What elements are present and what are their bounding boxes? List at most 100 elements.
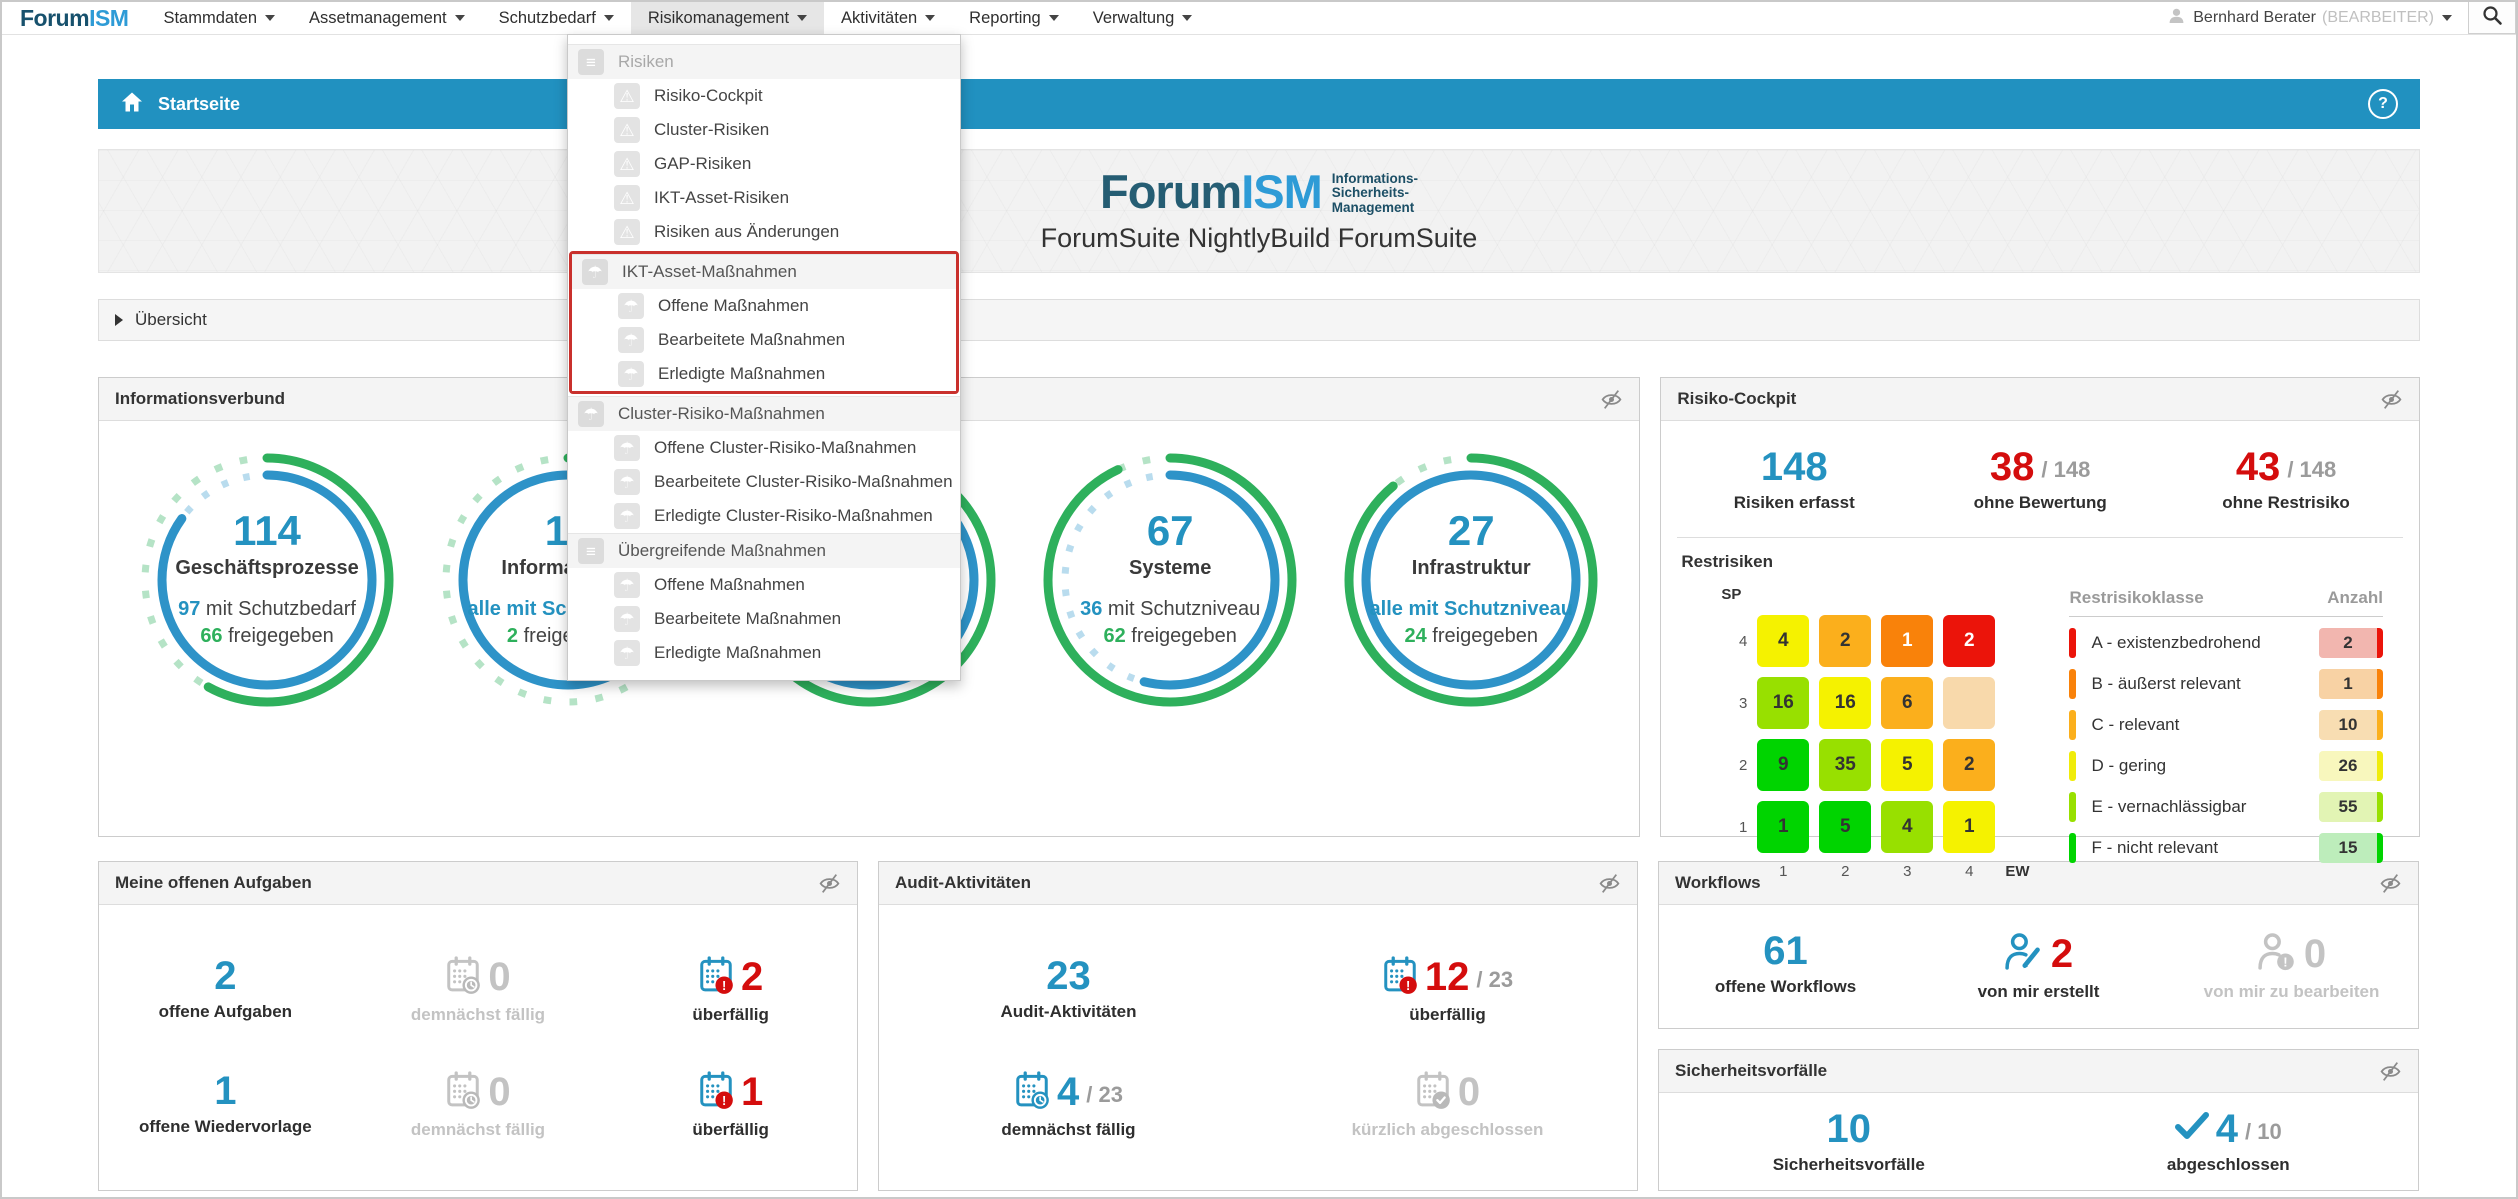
circle-line2: 62 freigegeben	[1103, 623, 1236, 650]
nav-item-risikomanagement[interactable]: Risikomanagement	[631, 2, 824, 34]
menu-item-gap-risiken[interactable]: ⚠GAP-Risiken	[568, 147, 960, 181]
menu-item-offene-maßnahmen[interactable]: ☂Offene Maßnahmen	[572, 289, 956, 323]
workflows-stats: 61offene Workflows 2von mir erstellt !0v…	[1659, 905, 2418, 1028]
cal-clock-gray-icon	[445, 956, 481, 999]
nav-item-stammdaten[interactable]: Stammdaten	[146, 2, 292, 34]
hide-widget-eye-off-icon[interactable]	[2380, 388, 2403, 411]
legend-color-bar	[2069, 792, 2076, 822]
menu-section-übergreifende-maßnahmen: ≡Übergreifende Maßnahmen☂Offene Maßnahme…	[568, 533, 960, 670]
stat-top: 4/ 23	[1001, 1071, 1135, 1114]
legend-header: Restrisikoklasse Anzahl	[2069, 588, 2383, 617]
chevron-down-icon	[797, 15, 807, 21]
menu-item-risiken-aus-änderungen[interactable]: ⚠ Risiken aus Änderungen	[568, 215, 960, 249]
menu-item-bearbeitete-maßnahmen[interactable]: ☂Bearbeitete Maßnahmen	[568, 602, 960, 636]
stat-top: 23	[1001, 956, 1137, 996]
check-icon	[2175, 1112, 2209, 1140]
circle-name: Systeme	[1129, 557, 1211, 580]
nav-item-label: Reporting	[969, 9, 1041, 28]
menu-item-erledigte-cluster-risiko-maßnahmen[interactable]: ☂Erledigte Cluster-Risiko-Maßnahmen	[568, 499, 960, 533]
hide-widget-eye-off-icon[interactable]	[1600, 388, 1623, 411]
menu-header-ikt-asset-maßnahmen[interactable]: ☂IKT-Asset-Maßnahmen	[572, 254, 956, 289]
stat-value: 2	[214, 956, 236, 996]
help-button[interactable]: ?	[2368, 89, 2398, 119]
collapse-arrow-icon	[115, 314, 123, 326]
stat-value: 4	[2216, 1109, 2238, 1149]
stat-value: 43	[2236, 447, 2281, 487]
chevron-down-icon	[265, 15, 275, 21]
cal-clock-blue-icon	[1014, 1071, 1050, 1114]
risk-icon: ⚠	[614, 219, 640, 245]
stat-von-mir-zu-bearbeiten: !0von mir zu bearbeiten	[2204, 931, 2380, 1002]
divider	[1677, 537, 2403, 538]
nav-item-assetmanagement[interactable]: Assetmanagement	[292, 2, 482, 34]
stat-value: 0	[2304, 934, 2326, 974]
nav-item-schutzbedarf[interactable]: Schutzbedarf	[482, 2, 631, 34]
banner-tagline-line2: Sicherheits-	[1332, 185, 1409, 200]
legend-color-bar	[2069, 751, 2076, 781]
menu-item-label: IKT-Asset-Risiken	[654, 188, 789, 208]
chevron-down-icon	[1182, 15, 1192, 21]
stat-label: von mir zu bearbeiten	[2204, 982, 2380, 1002]
matrix-row: 293552	[1727, 739, 2029, 791]
panel-title: Risiko-Cockpit	[1677, 389, 1796, 409]
stat-value: 4	[1057, 1072, 1079, 1112]
menu-item-offene-maßnahmen[interactable]: ☂Offene Maßnahmen	[568, 568, 960, 602]
stat-label: offene Workflows	[1715, 977, 1856, 997]
cal-alert-icon: !	[1382, 956, 1418, 994]
menu-item-erledigte-maßnahmen[interactable]: ☂Erledigte Maßnahmen	[572, 357, 956, 391]
menu-header-übergreifende-maßnahmen[interactable]: ≡Übergreifende Maßnahmen	[568, 533, 960, 568]
home-icon	[120, 90, 144, 119]
search-icon	[2481, 4, 2503, 26]
menu-item-label: Bearbeitete Maßnahmen	[658, 330, 845, 350]
stat-top: !2	[692, 956, 769, 999]
nav-item-verwaltung[interactable]: Verwaltung	[1076, 2, 1210, 34]
right-column: Workflows 61offene Workflows 2von mir er…	[1658, 861, 2419, 1191]
risikomanagement-dropdown: ≡Risiken⚠Risiko-Cockpit⚠Cluster-Risiken⚠…	[567, 34, 961, 681]
menu-header-cluster-risiko-maßnahmen[interactable]: ☂Cluster-Risiko-Maßnahmen	[568, 396, 960, 431]
hide-widget-eye-off-icon[interactable]	[1598, 872, 1621, 895]
eye-off-icon	[2379, 1060, 2402, 1083]
hide-widget-eye-off-icon[interactable]	[2379, 1060, 2402, 1083]
top-navbar: ForumISM StammdatenAssetmanagementSchutz…	[2, 2, 2516, 35]
menu-item-risiko-cockpit[interactable]: ⚠Risiko-Cockpit	[568, 79, 960, 113]
panel-audit-aktivitaeten: Audit-Aktivitäten 23Audit-Aktivitäten !1…	[878, 861, 1638, 1191]
panel-aufgaben-header: Meine offenen Aufgaben	[99, 862, 857, 905]
circle-name: Geschäftsprozesse	[175, 557, 358, 580]
nav-item-label: Verwaltung	[1093, 9, 1175, 28]
cal-alert-icon: !	[698, 956, 734, 994]
person-edit-icon	[2004, 931, 2044, 976]
stat-top: 0	[411, 1071, 545, 1114]
search-button[interactable]	[2468, 2, 2516, 34]
menu-item-label: Offene Maßnahmen	[654, 575, 805, 595]
menu-item-cluster-risiken[interactable]: ⚠Cluster-Risiken	[568, 113, 960, 147]
menu-item-offene-cluster-risiko-maßnahmen[interactable]: ☂Offene Cluster-Risiko-Maßnahmen	[568, 431, 960, 465]
menu-header-risiken[interactable]: ≡Risiken	[568, 44, 960, 79]
matrix-row-label: 1	[1727, 819, 1747, 836]
user-menu[interactable]: Bernhard Berater (BEARBEITER)	[2168, 7, 2452, 29]
stat-top: 0	[1352, 1071, 1544, 1114]
menu-item-erledigte-maßnahmen[interactable]: ☂Erledigte Maßnahmen	[568, 636, 960, 670]
menu-item-bearbeitete-cluster-risiko-maßnahmen[interactable]: ☂Bearbeitete Cluster-Risiko-Maßnahmen	[568, 465, 960, 499]
asset-circle-infrastruktur: 27Infrastrukturalle mit Schutzniveau24 f…	[1338, 447, 1604, 713]
risiko-cockpit-stats: 148Risiken erfasst38/ 148ohne Bewertung4…	[1661, 421, 2419, 513]
legend-count-badge: 10	[2319, 710, 2383, 740]
menu-item-bearbeitete-maßnahmen[interactable]: ☂Bearbeitete Maßnahmen	[572, 323, 956, 357]
stat-sicherheitsvorfälle: 10Sicherheitsvorfälle	[1773, 1109, 1925, 1175]
nav-item-reporting[interactable]: Reporting	[952, 2, 1076, 34]
matrix-col-label: 2	[1819, 863, 1871, 880]
risk-matrix: SP44212316166293552115411234EW	[1727, 586, 2029, 890]
menu-item-ikt-asset-risiken[interactable]: ⚠IKT-Asset-Risiken	[568, 181, 960, 215]
uebersicht-collapsible[interactable]: Übersicht	[98, 299, 2420, 341]
circle-line1: 36 mit Schutzniveau	[1080, 596, 1260, 623]
svg-text:!: !	[722, 1092, 726, 1107]
stat-ohne-bewertung: 38/ 148ohne Bewertung	[1974, 447, 2107, 513]
eye-off-icon	[1600, 388, 1623, 411]
matrix-col-label: 1	[1757, 863, 1809, 880]
menu-section-risiken: ≡Risiken⚠Risiko-Cockpit⚠Cluster-Risiken⚠…	[568, 44, 960, 249]
stat-top: 43/ 148	[2222, 447, 2350, 487]
nav-item-aktivitäten[interactable]: Aktivitäten	[824, 2, 952, 34]
stat-label: Audit-Aktivitäten	[1001, 1002, 1137, 1022]
chevron-down-icon	[455, 15, 465, 21]
menu-item-label: Risiken aus Änderungen	[654, 222, 839, 242]
hide-widget-eye-off-icon[interactable]	[818, 872, 841, 895]
